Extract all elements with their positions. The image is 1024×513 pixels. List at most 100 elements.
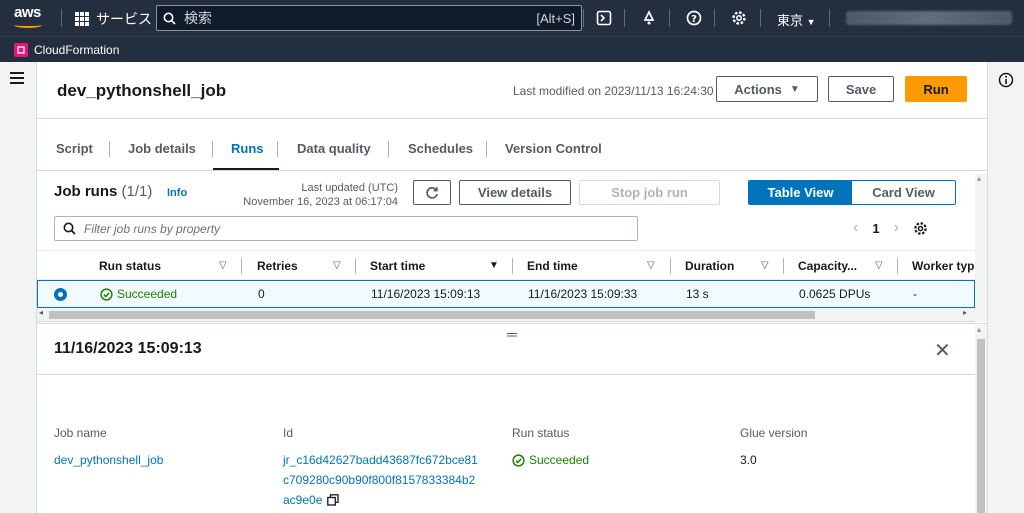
row-radio-selected[interactable] [54, 288, 67, 301]
scrollbar-thumb[interactable] [49, 311, 815, 319]
tab-divider [388, 141, 389, 157]
gear-icon[interactable] [913, 221, 928, 236]
run-button[interactable]: Run [905, 76, 967, 102]
capacity-cell: 0.0625 DPUs [799, 287, 871, 301]
column-divider[interactable] [355, 258, 356, 274]
column-header-start-time[interactable]: Start time [370, 251, 425, 281]
vertical-scrollbar[interactable]: ▴ [975, 174, 987, 322]
filter-placeholder: Filter job runs by property [84, 221, 221, 236]
column-header-duration[interactable]: Duration [685, 251, 734, 281]
refresh-button[interactable] [413, 180, 451, 205]
scroll-up-icon[interactable]: ▴ [977, 325, 981, 334]
region-label: 東京 [777, 13, 804, 28]
pagination: ‹ 1 › [853, 219, 928, 237]
filter-input[interactable]: Filter job runs by property [54, 216, 638, 241]
column-divider[interactable] [241, 258, 242, 274]
tab-version-control[interactable]: Version Control [505, 126, 602, 170]
aws-logo[interactable]: aws [14, 4, 41, 21]
chevron-left-icon[interactable]: ‹ [853, 219, 858, 237]
scroll-right-icon[interactable]: ▸ [963, 308, 967, 317]
divider [583, 9, 584, 27]
info-panel-icon[interactable] [998, 72, 1014, 93]
scroll-up-icon[interactable]: ▴ [977, 174, 981, 183]
split-panel-resize-handle[interactable]: ═ [507, 326, 517, 342]
run-id-line: ac9e0e [283, 493, 323, 507]
run-status-cell: Succeeded [100, 281, 177, 307]
scrollbar-thumb[interactable] [977, 339, 985, 513]
cloudformation-link[interactable]: CloudFormation [34, 43, 119, 57]
success-check-icon [512, 453, 525, 467]
caret-down-icon: ▼ [789, 83, 800, 95]
sort-caret-icon[interactable]: ▽ [333, 260, 341, 271]
column-header-end-time[interactable]: End time [527, 251, 578, 281]
column-header-worker-type[interactable]: Worker typ [912, 251, 975, 281]
scroll-left-icon[interactable]: ◂ [39, 308, 43, 317]
sort-caret-icon[interactable]: ▽ [761, 260, 769, 271]
last-updated-label: Last updated (UTC) [301, 182, 398, 194]
gear-icon[interactable] [729, 8, 749, 28]
right-rail [988, 62, 1024, 513]
account-menu-redacted[interactable] [846, 11, 1012, 25]
job-name-label: Job name [54, 426, 107, 440]
region-selector[interactable]: 東京 ▼ [777, 10, 816, 29]
divider [624, 9, 625, 27]
run-id-line: c709280c90b90f800f8157833384b2 [283, 473, 476, 487]
actions-button[interactable]: Actions ▼ [716, 76, 818, 102]
favorites-bar: CloudFormation [0, 36, 1024, 62]
close-icon[interactable]: ✕ [934, 338, 951, 363]
svg-text:?: ? [691, 14, 697, 25]
run-status-text: Succeeded [529, 453, 590, 467]
sort-desc-icon[interactable]: ▼ [489, 260, 499, 271]
tab-divider [109, 141, 110, 157]
cloudformation-icon [14, 42, 28, 57]
tab-runs[interactable]: Runs [231, 126, 264, 170]
run-id-value[interactable]: jr_c16d42627badd43687fc672bce81 c709280c… [283, 450, 478, 510]
search-placeholder: 検索 [184, 10, 212, 26]
column-divider[interactable] [897, 258, 898, 274]
info-link[interactable]: Info [167, 187, 187, 199]
cloudshell-icon[interactable] [594, 8, 614, 28]
page-title: dev_pythonshell_job [57, 81, 227, 100]
vertical-scrollbar[interactable]: ▴ [975, 325, 987, 513]
tab-script[interactable]: Script [56, 126, 93, 170]
start-time-cell: 11/16/2023 15:09:13 [371, 287, 481, 301]
page-number[interactable]: 1 [872, 221, 879, 236]
column-header-capacity[interactable]: Capacity... [798, 251, 857, 281]
tab-data-quality[interactable]: Data quality [297, 126, 371, 170]
divider [37, 374, 987, 375]
glue-version-value: 3.0 [740, 453, 757, 467]
copy-icon[interactable] [327, 494, 340, 506]
tab-job-details[interactable]: Job details [128, 126, 196, 170]
bell-icon[interactable] [639, 8, 659, 28]
last-updated-value: November 16, 2023 at 06:17:04 [243, 196, 398, 208]
table-view-button[interactable]: Table View [749, 181, 852, 204]
tab-divider [212, 141, 213, 157]
sort-caret-icon[interactable]: ▽ [219, 260, 227, 271]
sort-caret-icon[interactable]: ▽ [647, 260, 655, 271]
card-view-button[interactable]: Card View [852, 181, 955, 204]
job-name-link[interactable]: dev_pythonshell_job [54, 450, 163, 470]
column-divider[interactable] [512, 258, 513, 274]
success-check-icon [100, 287, 113, 301]
hamburger-menu-icon[interactable] [10, 72, 24, 87]
horizontal-scrollbar[interactable]: ◂ ▸ [37, 308, 975, 322]
glue-version-label: Glue version [740, 426, 808, 440]
stop-job-run-button[interactable]: Stop job run [579, 180, 720, 205]
chevron-right-icon[interactable]: › [894, 219, 899, 237]
column-divider[interactable] [670, 258, 671, 274]
table-row[interactable]: Succeeded 0 11/16/2023 15:09:13 11/16/20… [37, 280, 975, 308]
run-id-line: jr_c16d42627badd43687fc672bce81 [283, 453, 478, 467]
column-header-run-status[interactable]: Run status [99, 251, 161, 281]
services-menu[interactable]: サービス [75, 9, 152, 29]
column-divider[interactable] [783, 258, 784, 274]
sort-caret-icon[interactable]: ▽ [875, 260, 883, 271]
search-input[interactable]: 検索 [Alt+S] [156, 5, 582, 31]
save-button[interactable]: Save [828, 76, 894, 102]
tab-schedules[interactable]: Schedules [408, 126, 473, 170]
detail-panel-title: 11/16/2023 15:09:13 [54, 340, 202, 357]
top-navigation-bar: aws サービス 検索 [Alt+S] ? 東京 ▼ [0, 0, 1024, 36]
view-details-button[interactable]: View details [459, 180, 571, 205]
column-header-retries[interactable]: Retries [257, 251, 298, 281]
job-runs-heading: Job runs (1/1) [54, 183, 152, 200]
help-icon[interactable]: ? [684, 8, 704, 28]
